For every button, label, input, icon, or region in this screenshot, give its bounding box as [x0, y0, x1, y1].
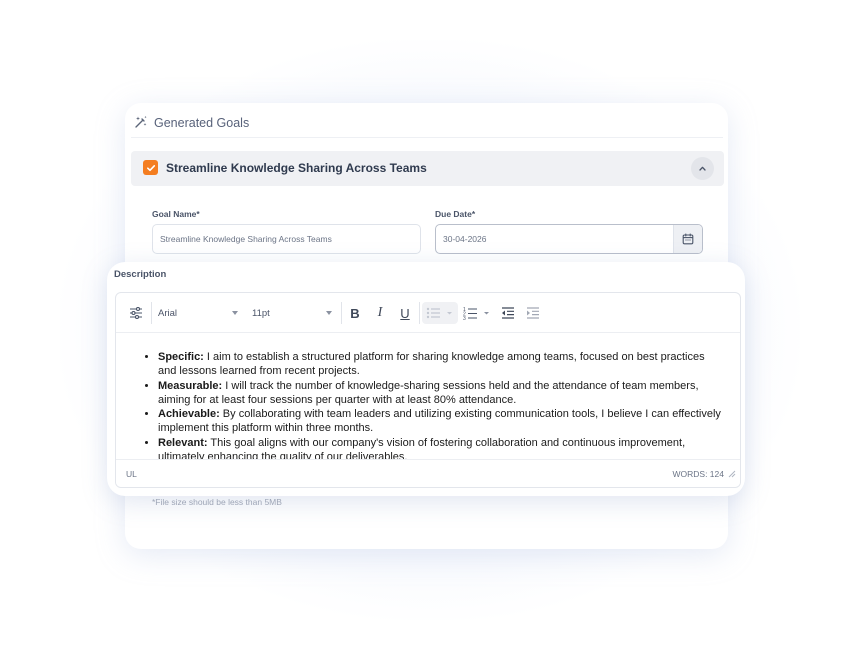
item-text: This goal aligns with our company's visi…	[158, 436, 686, 460]
resize-handle-icon[interactable]	[728, 465, 736, 483]
panel-title: Generated Goals	[154, 116, 250, 130]
underline-icon[interactable]: U	[397, 305, 413, 321]
svg-text:3: 3	[463, 316, 466, 320]
numbered-list-icon: 1 2 3	[463, 307, 489, 320]
font-size-caret-icon[interactable]	[326, 311, 332, 315]
item-label: Relevant:	[158, 436, 208, 449]
editor-statusbar: UL WORDS: 124	[116, 459, 740, 487]
toolbar-separator	[151, 302, 152, 324]
calendar-button[interactable]	[673, 225, 702, 253]
item-text: By collaborating with team leaders and u…	[158, 408, 721, 435]
goal-accordion-header[interactable]: Streamline Knowledge Sharing Across Team…	[131, 151, 724, 186]
item-label: Measurable:	[158, 379, 223, 392]
panel-header: Generated Goals	[134, 112, 249, 134]
item-text: I will track the number of knowledge-sha…	[158, 379, 699, 406]
goal-name-value: Streamline Knowledge Sharing Across Team…	[160, 234, 332, 244]
file-size-hint: *File size should be less than 5MB	[152, 497, 282, 507]
editor-content[interactable]: Specific: I aim to establish a structure…	[116, 334, 740, 460]
due-date-value: 30-04-2026	[443, 234, 487, 244]
word-count: WORDS: 124	[672, 469, 725, 479]
goal-description-list: Specific: I aim to establish a structure…	[158, 350, 726, 460]
bullet-list-button[interactable]	[422, 302, 458, 324]
chevron-up-icon	[699, 166, 706, 171]
outdent-icon[interactable]	[500, 305, 516, 321]
bold-icon[interactable]: B	[347, 305, 363, 321]
toolbar-separator	[419, 302, 420, 324]
collapse-button[interactable]	[691, 157, 714, 180]
font-family-caret-icon[interactable]	[232, 311, 238, 315]
goal-name-input[interactable]: Streamline Knowledge Sharing Across Team…	[152, 224, 421, 254]
goal-checkbox[interactable]	[143, 160, 158, 175]
description-label: Description	[114, 269, 167, 280]
list-item: Specific: I aim to establish a structure…	[158, 350, 726, 379]
italic-icon[interactable]: I	[372, 305, 388, 321]
item-label: Achievable:	[158, 408, 220, 421]
indent-icon[interactable]	[525, 305, 541, 321]
item-text: I aim to establish a structured platform…	[158, 351, 705, 378]
font-family-select[interactable]: Arial	[158, 305, 177, 321]
goal-name-label: Goal Name*	[152, 209, 200, 219]
bullet-list-icon	[426, 307, 452, 319]
goal-title: Streamline Knowledge Sharing Across Team…	[166, 161, 427, 175]
list-item: Relevant: This goal aligns with our comp…	[158, 436, 726, 460]
editor-toolbar: Arial 11pt B I U 1 2 3	[116, 293, 740, 333]
sliders-icon[interactable]	[128, 305, 144, 321]
toolbar-separator	[341, 302, 342, 324]
due-date-input[interactable]: 30-04-2026	[435, 224, 703, 254]
font-size-select[interactable]: 11pt	[252, 305, 270, 321]
due-date-label: Due Date*	[435, 209, 476, 219]
wand-sparkle-icon	[134, 115, 148, 132]
list-item: Measurable: I will track the number of k…	[158, 379, 726, 408]
list-item: Achievable: By collaborating with team l…	[158, 407, 726, 436]
calendar-icon	[682, 233, 694, 245]
item-label: Specific:	[158, 351, 204, 363]
element-path[interactable]: UL	[126, 469, 137, 479]
divider	[131, 137, 723, 138]
check-icon	[146, 164, 155, 171]
numbered-list-button[interactable]: 1 2 3	[463, 305, 493, 321]
rich-text-editor: Arial 11pt B I U 1 2 3 • Specific: I aim…	[115, 292, 741, 488]
